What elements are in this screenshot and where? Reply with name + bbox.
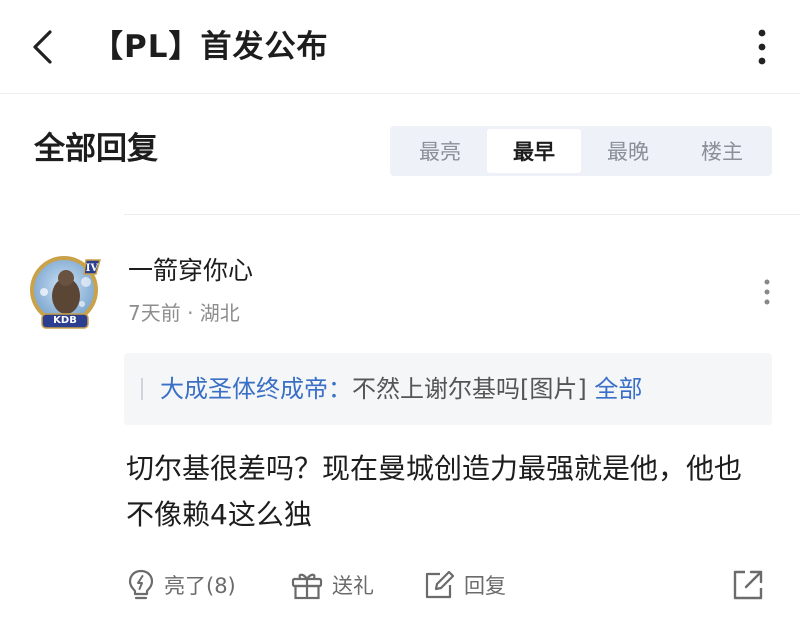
page-title: 【PL】首发公布 bbox=[92, 29, 329, 65]
section-title: 全部回复 bbox=[34, 131, 158, 167]
quote-bar bbox=[141, 378, 143, 400]
quote-text: 不然上谢尔基吗[图片] bbox=[352, 375, 587, 403]
share-icon bbox=[733, 570, 763, 600]
vertical-ellipsis-icon bbox=[758, 29, 766, 65]
username[interactable]: 一箭穿你心 bbox=[128, 254, 253, 288]
sort-tab-earliest[interactable]: 最早 bbox=[487, 129, 581, 173]
quote-author[interactable]: 大成圣体终成帝 bbox=[160, 375, 328, 403]
share-button[interactable] bbox=[730, 563, 766, 607]
divider bbox=[124, 214, 800, 215]
reply-button[interactable]: 回复 bbox=[422, 563, 506, 607]
chevron-left-icon bbox=[33, 30, 52, 64]
sort-tabs: 最亮 最早 最晚 楼主 bbox=[390, 126, 772, 176]
more-options-button[interactable] bbox=[744, 24, 780, 70]
sort-tab-latest[interactable]: 最晚 bbox=[581, 129, 675, 173]
quote-colon: ： bbox=[328, 375, 352, 403]
avatar[interactable]: IV KDB bbox=[26, 252, 106, 332]
svg-text:IV: IV bbox=[86, 263, 99, 274]
lightbulb-icon bbox=[128, 569, 154, 600]
gift-button[interactable]: 送礼 bbox=[290, 563, 374, 607]
vertical-ellipsis-icon bbox=[764, 279, 770, 305]
sort-tab-op-only[interactable]: 楼主 bbox=[675, 129, 769, 173]
like-button[interactable]: 亮了(8) bbox=[126, 563, 236, 607]
top-bar: 【PL】首发公布 bbox=[0, 0, 800, 94]
comment-meta: 7天前 · 湖北 bbox=[128, 301, 240, 325]
reply-label: 回复 bbox=[464, 574, 506, 598]
edit-reply-icon bbox=[425, 570, 455, 599]
gift-label: 送礼 bbox=[332, 574, 374, 598]
comment-body: 切尔基很差吗？现在曼城创造力最强就是他，他也不像赖4这么独 bbox=[126, 452, 743, 531]
back-button[interactable] bbox=[22, 25, 62, 69]
like-label: 亮了(8) bbox=[164, 574, 236, 598]
quoted-reply[interactable]: 大成圣体终成帝：不然上谢尔基吗[图片] 全部 bbox=[124, 353, 772, 425]
comment-more-button[interactable] bbox=[752, 272, 782, 312]
gift-icon bbox=[291, 573, 323, 600]
quote-expand-link[interactable]: 全部 bbox=[594, 375, 642, 403]
avatar-badge-text: KDB bbox=[53, 315, 77, 326]
sort-tab-brightest[interactable]: 最亮 bbox=[393, 129, 487, 173]
quote-line: 大成圣体终成帝：不然上谢尔基吗[图片] 全部 bbox=[160, 372, 642, 406]
